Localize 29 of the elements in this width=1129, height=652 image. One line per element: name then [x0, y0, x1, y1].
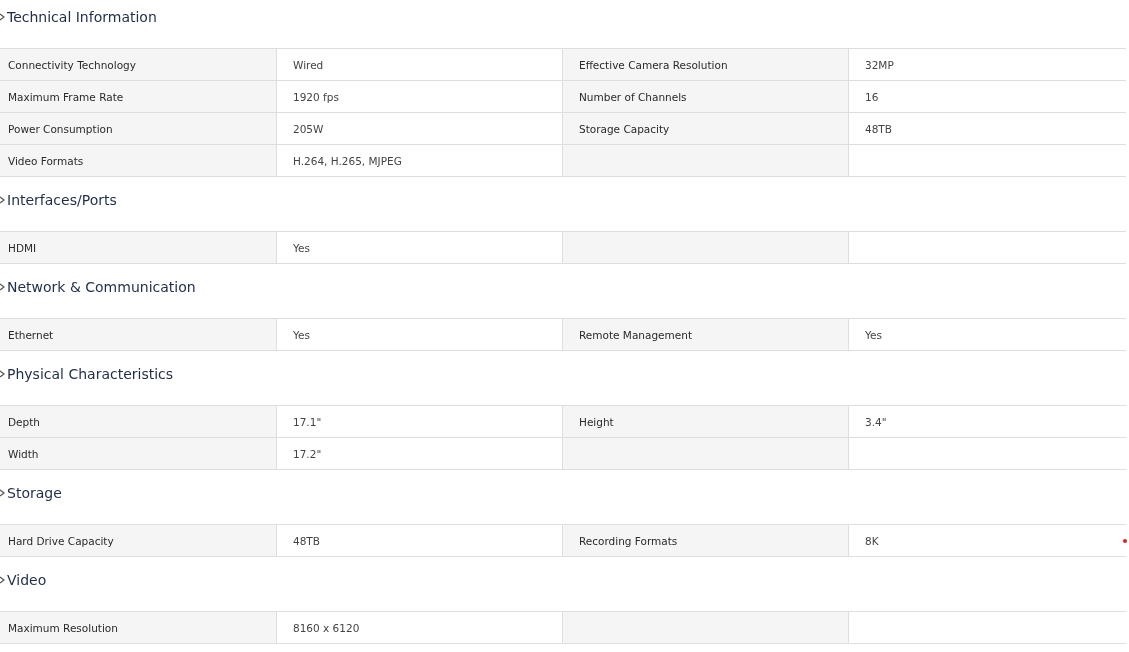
spec-label-cell: Number of Channels — [563, 81, 849, 112]
chevron-icon — [0, 12, 5, 22]
section-heading: Technical Information — [7, 8, 157, 26]
spec-label-cell: Remote Management — [563, 319, 849, 350]
chevron-icon — [0, 575, 5, 585]
spec-label-cell: Connectivity Technology — [0, 49, 277, 80]
chevron-icon — [0, 195, 5, 205]
spec-label-cell: Maximum Frame Rate — [0, 81, 277, 112]
section-heading: Interfaces/Ports — [7, 191, 117, 209]
chevron-icon — [0, 488, 5, 498]
spec-label-cell: Video Formats — [0, 145, 277, 176]
spec-label-cell: Effective Camera Resolution — [563, 49, 849, 80]
spec-label-cell: HDMI — [0, 232, 277, 263]
spec-label-cell: Power Consumption — [0, 113, 277, 144]
spec-label-cell: Width — [0, 438, 277, 469]
spec-label-cell: Maximum Resolution — [0, 612, 277, 643]
chevron-icon — [0, 369, 5, 379]
section-heading: Storage — [7, 484, 62, 502]
spec-label-cell: Hard Drive Capacity — [0, 525, 277, 556]
spec-label-cell: Recording Formats — [563, 525, 849, 556]
chevron-icon — [0, 282, 5, 292]
spec-label-cell: Ethernet — [0, 319, 277, 350]
spec-label-cell: Height — [563, 406, 849, 437]
section-heading: Video — [7, 571, 47, 589]
section-heading: Network & Communication — [7, 278, 196, 296]
spec-label-cell: Storage Capacity — [563, 113, 849, 144]
marker-dot — [1123, 539, 1127, 543]
section-heading: Physical Characteristics — [7, 365, 174, 383]
spec-label-cell: Depth — [0, 406, 277, 437]
